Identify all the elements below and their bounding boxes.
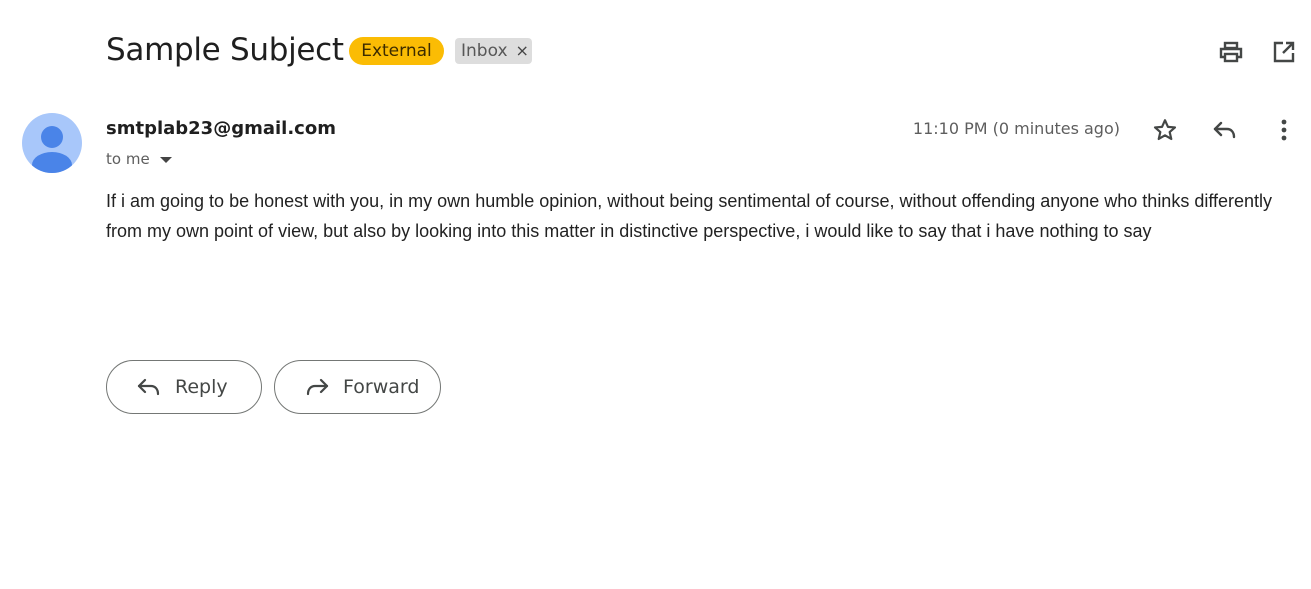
forward-icon [305,375,329,399]
message-timestamp: 11:10 PM (0 minutes ago) [912,119,1120,138]
remove-label-icon[interactable]: × [516,38,529,64]
reply-button[interactable]: Reply [106,360,262,414]
recipient-details-toggle[interactable]: to me [106,148,172,170]
email-body: If i am going to be honest with you, in … [106,191,1273,241]
external-label-chip: External [349,37,444,65]
forward-button[interactable]: Forward [274,360,441,414]
reply-icon[interactable] [1209,114,1241,146]
open-in-new-window-icon[interactable] [1268,36,1300,68]
more-vertical-icon[interactable] [1268,114,1300,146]
inbox-label-chip: Inbox × [455,38,532,64]
reply-icon [137,375,161,399]
sender-avatar[interactable] [22,113,82,173]
sender-email[interactable]: smtplab23@gmail.com [106,117,336,141]
email-subject: Sample Subject [106,32,344,68]
chevron-down-icon[interactable] [159,156,172,163]
recipient-summary: to me [106,150,150,168]
print-icon[interactable] [1215,36,1247,68]
star-icon[interactable] [1149,114,1181,146]
inbox-label-text: Inbox [461,41,508,61]
email-view: Sample Subject External Inbox × smtplab2… [0,0,1311,589]
reply-button-label: Reply [175,376,228,398]
forward-button-label: Forward [343,376,420,398]
